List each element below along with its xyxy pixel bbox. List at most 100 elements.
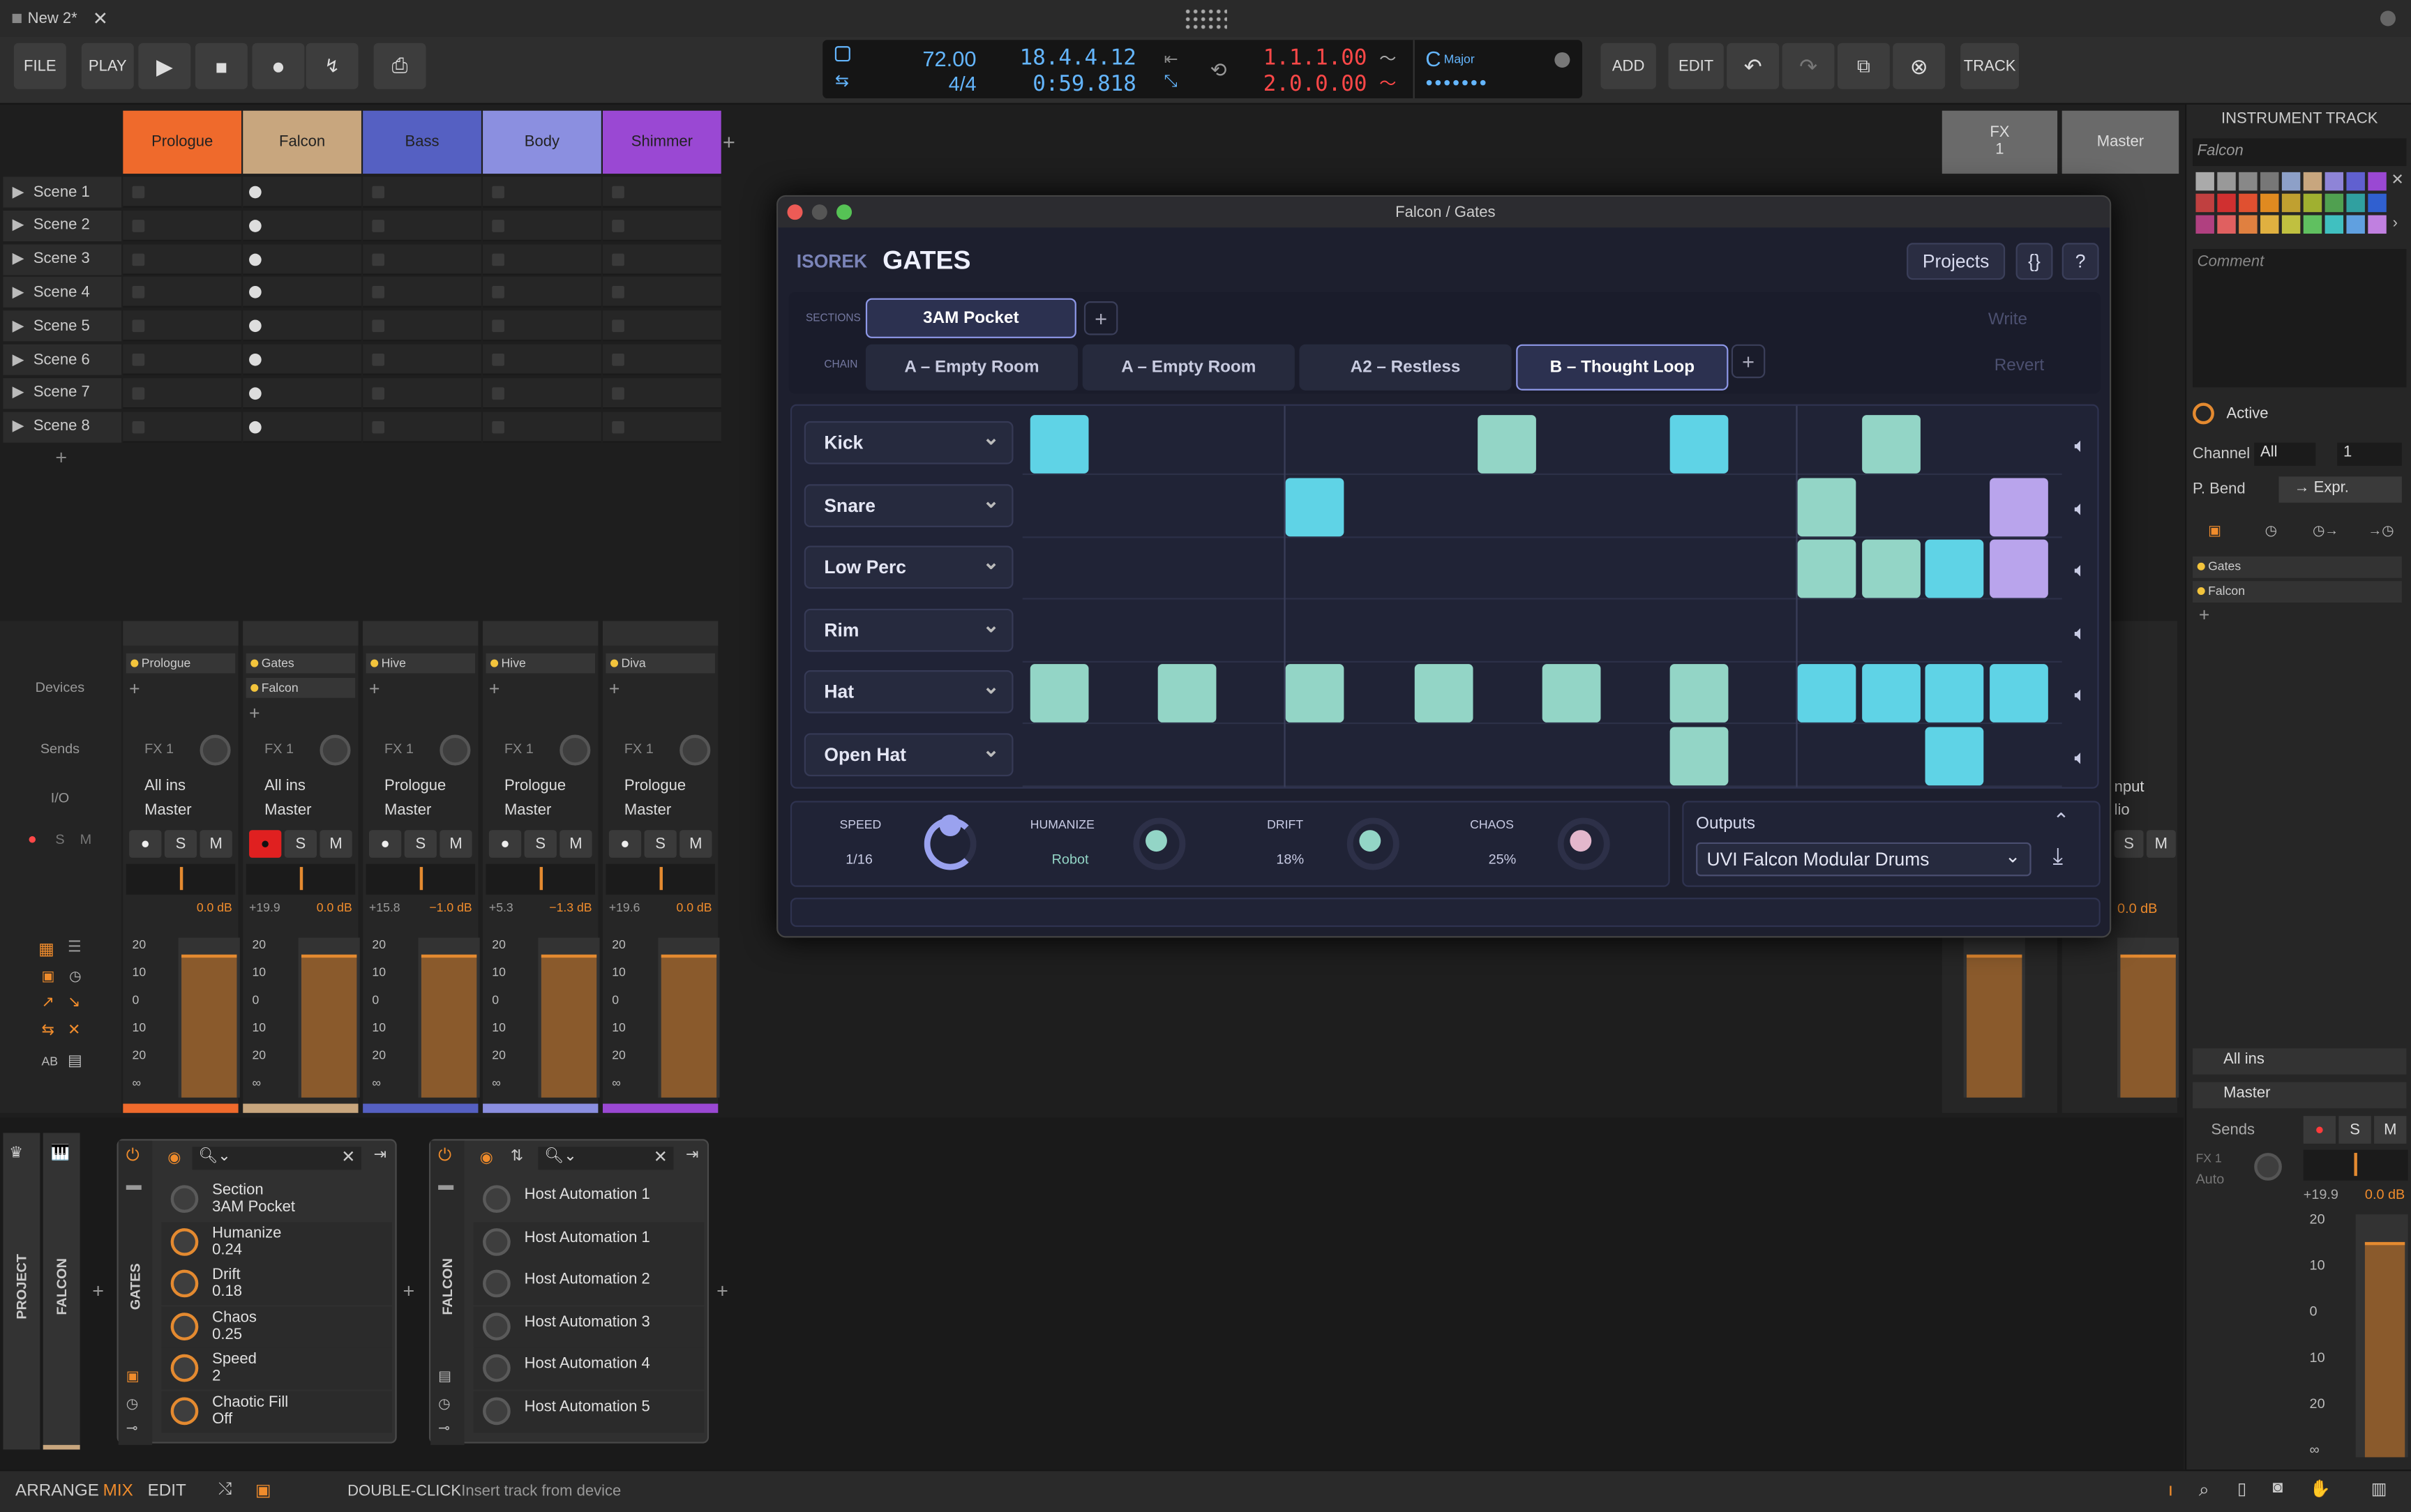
clip-slot[interactable] bbox=[603, 344, 721, 375]
scene-play-icon[interactable]: ▶ bbox=[13, 250, 24, 267]
color-swatch[interactable] bbox=[2346, 193, 2365, 213]
speaker-icon[interactable]: 🔈︎ bbox=[2074, 621, 2096, 644]
color-swatch[interactable] bbox=[2303, 172, 2322, 191]
device-chip[interactable]: Hive bbox=[366, 653, 476, 674]
device-chip[interactable]: Falcon bbox=[246, 678, 356, 698]
preset-icon[interactable]: ◉ bbox=[167, 1150, 181, 1167]
gates-param[interactable]: Chaos 0.25 bbox=[161, 1306, 393, 1347]
master-mute-button[interactable]: M bbox=[2146, 830, 2176, 858]
tap-tempo-icon[interactable]: ⇆ bbox=[835, 70, 849, 91]
revert-button[interactable]: Revert bbox=[1995, 356, 2044, 375]
chain-tab[interactable]: A – Empty Room bbox=[865, 344, 1079, 391]
clip-slot[interactable] bbox=[243, 344, 361, 375]
scene-launcher[interactable]: ▶ Scene 6 bbox=[3, 344, 122, 375]
scene-launcher[interactable]: ▶ Scene 4 bbox=[3, 277, 122, 308]
tempo-display[interactable]: 72.00 bbox=[915, 46, 976, 70]
color-swatch[interactable] bbox=[2324, 172, 2344, 191]
speaker-icon[interactable]: 🔈︎ bbox=[2074, 683, 2096, 706]
add-device-chip-icon[interactable]: + bbox=[489, 678, 500, 700]
collapse-outputs-icon[interactable]: ⌃ bbox=[2052, 808, 2069, 833]
track-name-field[interactable]: Falcon bbox=[2193, 138, 2407, 167]
record-arm-icon[interactable]: ● bbox=[129, 830, 162, 858]
comment-icon[interactable]: ▤ bbox=[68, 1053, 82, 1070]
step-cell[interactable] bbox=[1413, 665, 1473, 723]
scene-play-icon[interactable]: ▶ bbox=[13, 285, 24, 301]
solo-button[interactable]: S bbox=[164, 830, 197, 858]
falcon-param[interactable]: Host Automation 3 bbox=[473, 1306, 705, 1347]
record-arm-icon[interactable]: ● bbox=[488, 830, 522, 858]
delete-icon[interactable]: ⊗ bbox=[1893, 43, 1946, 89]
fx1-track-header[interactable]: FX 1 bbox=[1941, 110, 2058, 174]
drift-knob[interactable] bbox=[1346, 817, 1399, 870]
track-header-bass[interactable]: Bass bbox=[363, 110, 481, 174]
channel-number-select[interactable]: 1 bbox=[2337, 442, 2402, 466]
color-swatch[interactable] bbox=[2303, 193, 2322, 213]
color-swatch[interactable] bbox=[2195, 215, 2214, 234]
close-icon[interactable]: ✕ bbox=[68, 1022, 80, 1039]
more-colors-icon[interactable]: › bbox=[2393, 216, 2398, 232]
row-sample-select[interactable]: Snare bbox=[804, 483, 1014, 527]
key-mode-display[interactable]: Major bbox=[1444, 52, 1475, 66]
copy-icon[interactable]: ⧉ bbox=[1837, 43, 1890, 89]
gates-param[interactable]: Chaotic Fill Off bbox=[161, 1390, 393, 1432]
falcon-arrows-icon[interactable]: ⇅ bbox=[511, 1148, 523, 1165]
clip-slot[interactable] bbox=[363, 411, 481, 442]
undo-icon[interactable]: ↶ bbox=[1727, 43, 1780, 89]
add-menu-button[interactable]: ADD bbox=[1600, 43, 1656, 89]
falcon-clock-icon[interactable]: ◷ bbox=[438, 1396, 450, 1412]
chaos-knob[interactable] bbox=[1557, 817, 1610, 870]
pan-slider[interactable] bbox=[126, 863, 236, 895]
speaker-icon[interactable]: 🔈︎ bbox=[2074, 434, 2096, 457]
color-swatch[interactable] bbox=[2217, 172, 2236, 191]
list-view-icon[interactable]: ☰ bbox=[68, 939, 82, 956]
chain-tab[interactable]: A – Empty Room bbox=[1082, 344, 1295, 391]
input-select[interactable]: Prologue bbox=[366, 775, 475, 796]
gates-param[interactable]: Section 3AM Pocket bbox=[161, 1179, 392, 1221]
param-knob[interactable] bbox=[483, 1354, 511, 1382]
speaker-icon[interactable]: 🔈︎ bbox=[2074, 496, 2096, 519]
loop-end-display[interactable]: 2.0.0.00 bbox=[1250, 73, 1367, 97]
falcon-param[interactable]: Host Automation 4 bbox=[473, 1347, 705, 1390]
clip-slot[interactable] bbox=[123, 344, 242, 375]
clip-slot[interactable] bbox=[603, 411, 721, 442]
punch-in-icon[interactable]: ⇤ bbox=[1164, 50, 1178, 69]
row-sample-select[interactable]: Open Hat bbox=[804, 733, 1014, 777]
add-scene-icon[interactable]: + bbox=[55, 446, 67, 469]
timer-icon[interactable]: ◷ bbox=[69, 969, 81, 985]
comment-field[interactable]: Comment bbox=[2193, 249, 2407, 388]
mute-button[interactable]: M bbox=[200, 830, 232, 858]
falcon-power-icon[interactable]: ⏻ bbox=[438, 1147, 451, 1167]
param-knob[interactable] bbox=[483, 1227, 511, 1255]
output-select[interactable]: Master bbox=[486, 799, 594, 821]
color-swatch[interactable] bbox=[2281, 215, 2301, 234]
clip-slot[interactable] bbox=[123, 176, 242, 208]
step-cell[interactable] bbox=[1990, 665, 2048, 723]
solo-button[interactable]: S bbox=[644, 830, 677, 858]
modulator-icon[interactable]: ◷→ bbox=[2313, 522, 2338, 539]
step-cell[interactable] bbox=[1030, 665, 1089, 723]
key-note-display[interactable]: C bbox=[1425, 46, 1441, 70]
step-cell[interactable] bbox=[1861, 665, 1921, 723]
step-cell[interactable] bbox=[1669, 415, 1729, 474]
color-swatch[interactable] bbox=[2368, 215, 2387, 234]
add-section-icon[interactable]: + bbox=[1083, 301, 1118, 335]
record-icon[interactable]: ● bbox=[252, 43, 305, 89]
add-device-chip-icon[interactable]: + bbox=[129, 678, 140, 700]
clip-slot[interactable] bbox=[123, 377, 242, 409]
add-track-icon[interactable]: + bbox=[723, 129, 735, 153]
row-sample-select[interactable]: Hat bbox=[804, 670, 1014, 714]
minimize-window-icon[interactable] bbox=[811, 204, 827, 220]
color-swatch[interactable] bbox=[2195, 172, 2214, 191]
clip-slot[interactable] bbox=[243, 377, 361, 409]
step-cell[interactable] bbox=[1990, 477, 2048, 536]
color-swatch[interactable] bbox=[2368, 193, 2387, 213]
clip-slot[interactable] bbox=[483, 310, 601, 342]
track-header-prologue[interactable]: Prologue bbox=[123, 110, 242, 174]
file-menu-button[interactable]: FILE bbox=[13, 43, 66, 89]
color-swatch[interactable] bbox=[2195, 193, 2214, 213]
record-arm-icon[interactable]: ● bbox=[249, 830, 282, 858]
scene-play-icon[interactable]: ▶ bbox=[13, 183, 24, 200]
close-tab-icon[interactable]: ✕ bbox=[93, 8, 108, 29]
automation-write-icon[interactable]: ↯ bbox=[306, 43, 359, 89]
param-knob[interactable] bbox=[483, 1185, 511, 1214]
